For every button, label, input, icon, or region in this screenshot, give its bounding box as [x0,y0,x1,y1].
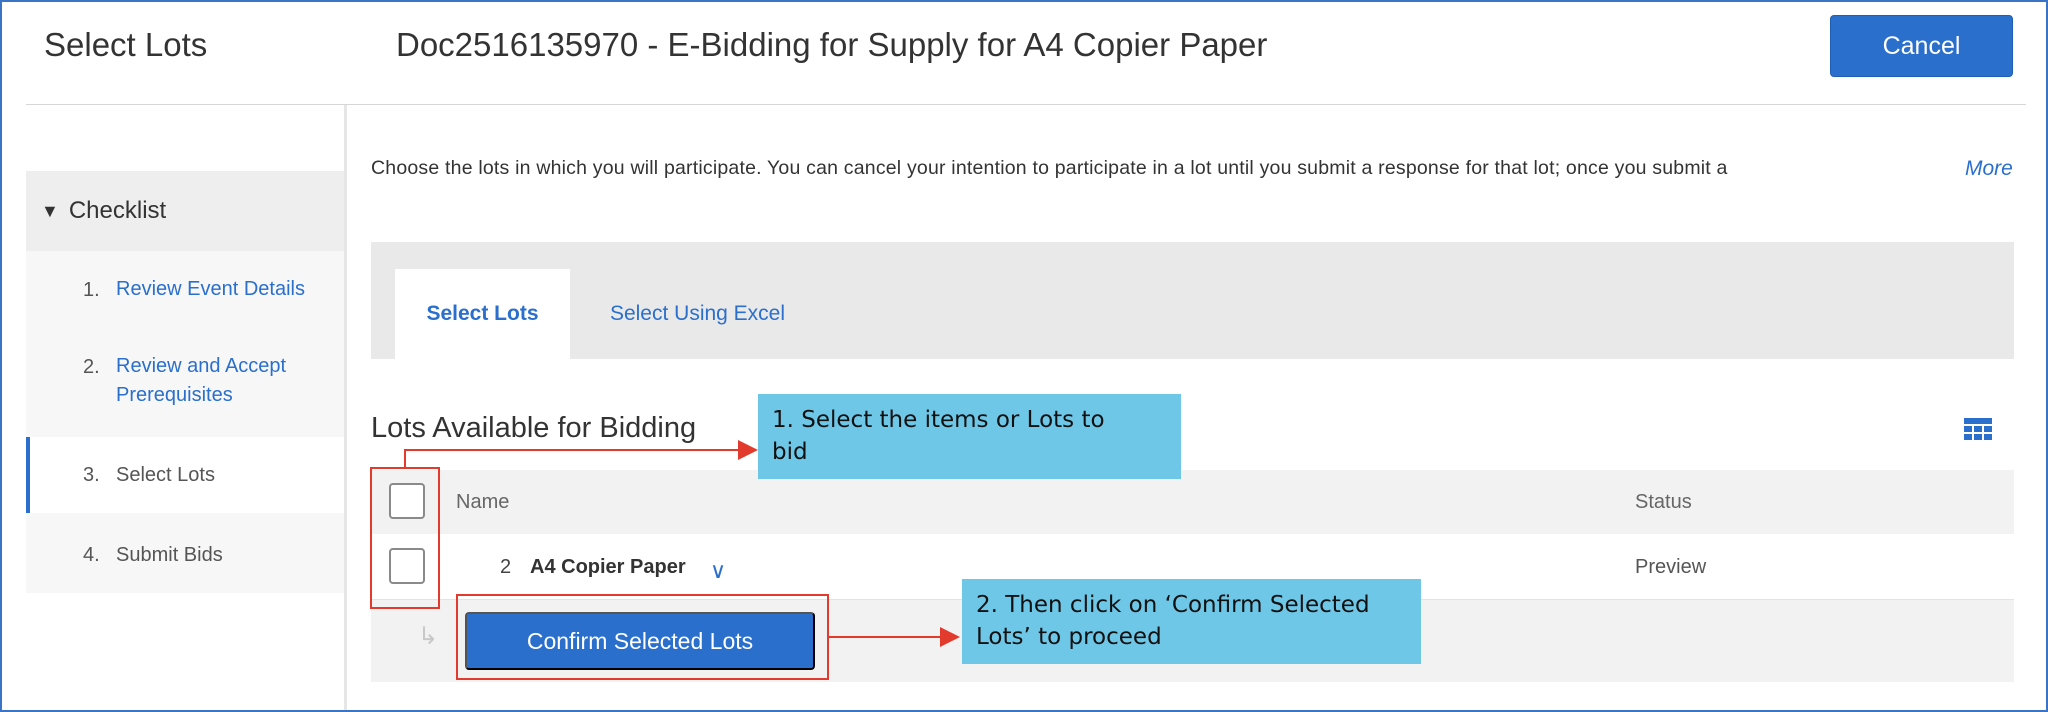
step-number: 3. [83,464,100,486]
table-header [371,470,2014,534]
callout-line: 2. Then click on ‘Confirm Selected [976,592,1370,618]
column-header-status[interactable]: Status [1635,491,1692,514]
chevron-down-icon[interactable]: ∨ [710,558,726,584]
column-header-name[interactable]: Name [456,491,509,514]
lot-name: A4 Copier Paper [530,556,686,578]
lots-section-title: Lots Available for Bidding [371,412,697,444]
more-link[interactable]: More [1965,157,2013,181]
callout-line: Lots’ to proceed [976,624,1162,650]
sidebar-item-select-lots-label: Select Lots [116,464,215,486]
step-number: 4. [83,544,100,566]
sidebar-item-review-prerequisites-line2[interactable]: Prerequisites [116,381,233,410]
sub-row-arrow-icon: ↳ [418,623,439,650]
lot-number: 2 [500,556,512,578]
step-number: 2. [83,356,100,378]
sidebar-item-review-event-details[interactable]: Review Event Details [116,275,305,304]
callout-confirm: 2. Then click on ‘Confirm Selected Lots’… [962,579,1421,664]
sidebar-item-review-prerequisites[interactable]: Review and Accept [116,352,286,381]
caret-down-icon: ▼ [41,200,59,221]
checklist-toggle[interactable]: ▼ Checklist [26,171,344,251]
callout-line: 1. Select the items or Lots to [772,407,1105,433]
checkbox-highlight-box [370,467,440,609]
step-number: 1. [83,279,100,301]
confirm-highlight-box [456,594,829,680]
sidebar-divider [344,105,347,710]
tab-select-using-excel[interactable]: Select Using Excel [590,269,805,359]
sidebar-item-submit-bids[interactable]: Submit Bids [116,544,223,567]
lot-status: Preview [1635,556,1707,578]
document-title: Doc2516135970 - E-Bidding for Supply for… [396,26,1268,63]
checklist-label: Checklist [68,197,167,224]
callout-select-lots: 1. Select the items or Lots to bid [758,394,1181,479]
page-title: Select Lots [44,26,208,63]
tab-select-lots[interactable]: Select Lots [395,269,570,359]
instructions-text: Choose the lots in which you will partic… [371,157,1728,179]
table-settings-icon[interactable] [1964,418,1992,442]
cancel-button[interactable]: Cancel [1830,15,2013,77]
callout-line: bid [772,439,808,465]
